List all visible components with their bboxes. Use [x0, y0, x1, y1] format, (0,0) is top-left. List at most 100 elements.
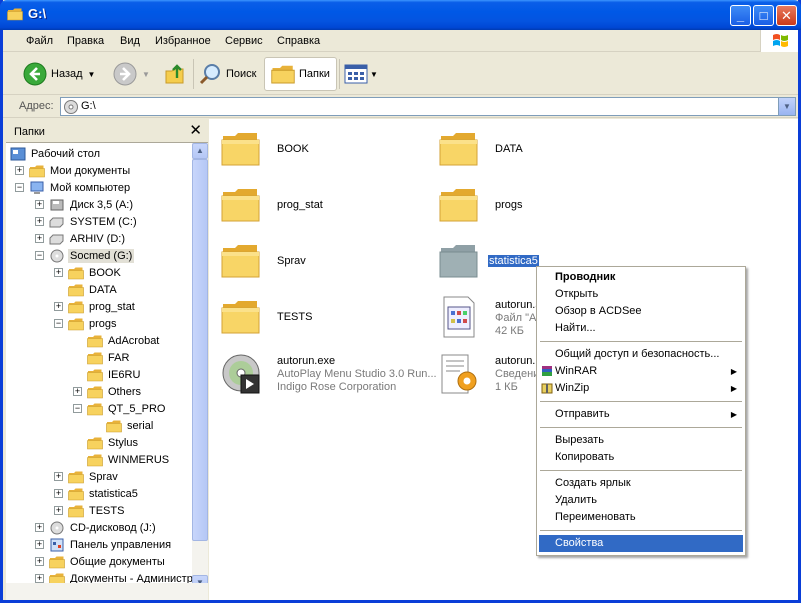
expand-icon[interactable]: +: [35, 540, 44, 549]
expand-icon[interactable]: +: [54, 506, 63, 515]
close-button[interactable]: ✕: [776, 5, 797, 26]
tree-item-my-documents[interactable]: + Мои документы: [15, 162, 132, 179]
floppy-drive-icon: [50, 199, 64, 210]
tree-item-drive-c[interactable]: + SYSTEM (C:): [35, 213, 139, 230]
expand-icon[interactable]: +: [35, 523, 44, 532]
tree-item-drive-j[interactable]: + CD-дисковод (J:): [35, 519, 158, 536]
collapse-icon[interactable]: −: [35, 251, 44, 260]
back-button[interactable]: Назад ▼: [23, 57, 95, 91]
collapse-icon[interactable]: −: [73, 404, 82, 413]
expand-icon[interactable]: +: [35, 200, 44, 209]
file-item-tests[interactable]: TESTS: [221, 299, 312, 338]
chevron-up-icon[interactable]: ▲: [192, 143, 208, 159]
collapse-icon[interactable]: −: [15, 183, 24, 192]
expand-icon[interactable]: +: [35, 234, 44, 243]
tree-item-others[interactable]: + Others: [73, 383, 143, 400]
folders-horizontal-scrollbar[interactable]: [6, 583, 208, 600]
menu-item-create-shortcut[interactable]: Создать ярлык: [539, 475, 743, 492]
winrar-icon: [542, 366, 552, 376]
file-item-autorun-exe[interactable]: autorun.exe AutoPlay Menu Studio 3.0 Run…: [221, 353, 437, 400]
chevron-down-icon[interactable]: ▼: [142, 70, 150, 79]
submenu-arrow-icon: ▶: [730, 410, 737, 419]
folders-button[interactable]: Папки: [264, 57, 337, 91]
collapse-icon[interactable]: −: [54, 319, 63, 328]
expand-icon[interactable]: +: [15, 166, 24, 175]
expand-icon[interactable]: +: [35, 217, 44, 226]
tree-item-sprav[interactable]: + Sprav: [54, 468, 120, 485]
chevron-down-icon[interactable]: ▼: [88, 70, 96, 79]
tree-item-drive-d[interactable]: + ARHIV (D:): [35, 230, 127, 247]
scrollbar-thumb[interactable]: [192, 159, 208, 541]
menu-item-rename[interactable]: Переименовать: [539, 509, 743, 526]
menu-item-cut[interactable]: Вырезать: [539, 432, 743, 449]
tree-label: Мой компьютер: [50, 181, 131, 194]
expand-icon[interactable]: +: [54, 302, 63, 311]
menu-item-winzip[interactable]: WinZip ▶: [539, 380, 743, 397]
menu-item-explorer[interactable]: Проводник: [539, 269, 743, 286]
file-item-autorun-apm[interactable]: autorun.a Файл "AP 42 КБ: [439, 295, 544, 342]
tree-item-shared-documents[interactable]: + Общие документы: [35, 553, 167, 570]
expand-icon[interactable]: +: [73, 387, 82, 396]
menu-help[interactable]: Справка: [277, 35, 320, 47]
file-item-prog-stat[interactable]: prog_stat: [221, 187, 323, 226]
chevron-down-icon[interactable]: ▼: [370, 70, 378, 79]
maximize-button[interactable]: □: [753, 5, 774, 26]
menu-item-send-to[interactable]: Отправить ▶: [539, 406, 743, 423]
address-dropdown-button[interactable]: ▼: [778, 98, 795, 115]
title-bar[interactable]: G:\ _ □ ✕: [0, 0, 801, 30]
menu-item-winrar[interactable]: WinRAR ▶: [539, 363, 743, 380]
file-item-progs[interactable]: progs: [439, 187, 523, 226]
tree-item-stylus[interactable]: Stylus: [73, 434, 140, 451]
views-button[interactable]: ▼: [344, 57, 378, 91]
menu-item-label: Проводник: [555, 271, 616, 283]
expand-icon[interactable]: +: [35, 557, 44, 566]
menu-item-copy[interactable]: Копировать: [539, 449, 743, 466]
minimize-button[interactable]: _: [730, 5, 751, 26]
address-input[interactable]: G:\ ▼: [60, 97, 796, 116]
file-item-data[interactable]: DATA: [439, 131, 523, 170]
tree-item-qt-5-pro[interactable]: − QT_5_PRO: [73, 400, 167, 417]
search-button[interactable]: Поиск: [198, 57, 256, 91]
menu-item-acdsee[interactable]: Обзор в ACDSee: [539, 303, 743, 320]
up-folder-button[interactable]: [163, 57, 187, 91]
tree-item-data[interactable]: DATA: [54, 281, 119, 298]
tree-item-statistica5[interactable]: + statistica5: [54, 485, 140, 502]
menu-favorites[interactable]: Избранное: [155, 35, 211, 47]
expand-icon[interactable]: +: [35, 574, 44, 583]
menu-item-label: WinRAR: [555, 365, 598, 377]
tree-item-prog-stat[interactable]: + prog_stat: [54, 298, 137, 315]
tree-item-tests[interactable]: + TESTS: [54, 502, 126, 519]
tree-item-serial[interactable]: serial: [92, 417, 155, 434]
folders-vertical-scrollbar[interactable]: ▲ ▼: [192, 143, 208, 591]
menu-view[interactable]: Вид: [120, 35, 140, 47]
tree-item-floppy[interactable]: + Диск 3,5 (A:): [35, 196, 135, 213]
tree-item-drive-g[interactable]: − Socmed (G:): [35, 247, 135, 264]
close-icon[interactable]: ✕: [189, 121, 202, 139]
expand-icon[interactable]: +: [54, 489, 63, 498]
file-item-autorun-inf[interactable]: autorun.in Сведени 1 КБ: [439, 351, 544, 400]
menu-item-find[interactable]: Найти...: [539, 320, 743, 337]
tree-item-ie6ru[interactable]: IE6RU: [73, 366, 142, 383]
menu-item-open[interactable]: Открыть: [539, 286, 743, 303]
menu-item-sharing[interactable]: Общий доступ и безопасность...: [539, 346, 743, 363]
expand-icon[interactable]: +: [54, 268, 63, 277]
menu-item-properties[interactable]: Свойства: [539, 535, 743, 552]
tree-item-far[interactable]: FAR: [73, 349, 131, 366]
tree-item-progs[interactable]: − progs: [54, 315, 119, 332]
menu-edit[interactable]: Правка: [67, 35, 104, 47]
menu-item-delete[interactable]: Удалить: [539, 492, 743, 509]
file-item-sprav[interactable]: Sprav: [221, 243, 306, 282]
expand-icon[interactable]: +: [54, 472, 63, 481]
menu-tools[interactable]: Сервис: [225, 35, 263, 47]
tree-item-adacrobat[interactable]: AdAcrobat: [73, 332, 161, 349]
tree-item-control-panel[interactable]: + Панель управления: [35, 536, 173, 553]
tree-item-winmerus[interactable]: WINMERUS: [73, 451, 171, 468]
forward-button[interactable]: ▼: [113, 57, 150, 91]
tree-item-my-computer[interactable]: − Мой компьютер: [15, 179, 132, 196]
file-item-book[interactable]: BOOK: [221, 131, 309, 170]
menu-file[interactable]: Файл: [26, 35, 53, 47]
file-item-statistica5[interactable]: statistica5: [439, 243, 539, 282]
tree-item-book[interactable]: + BOOK: [54, 264, 123, 281]
settings-file-icon: [441, 354, 477, 394]
tree-item-desktop[interactable]: Рабочий стол: [10, 145, 102, 162]
